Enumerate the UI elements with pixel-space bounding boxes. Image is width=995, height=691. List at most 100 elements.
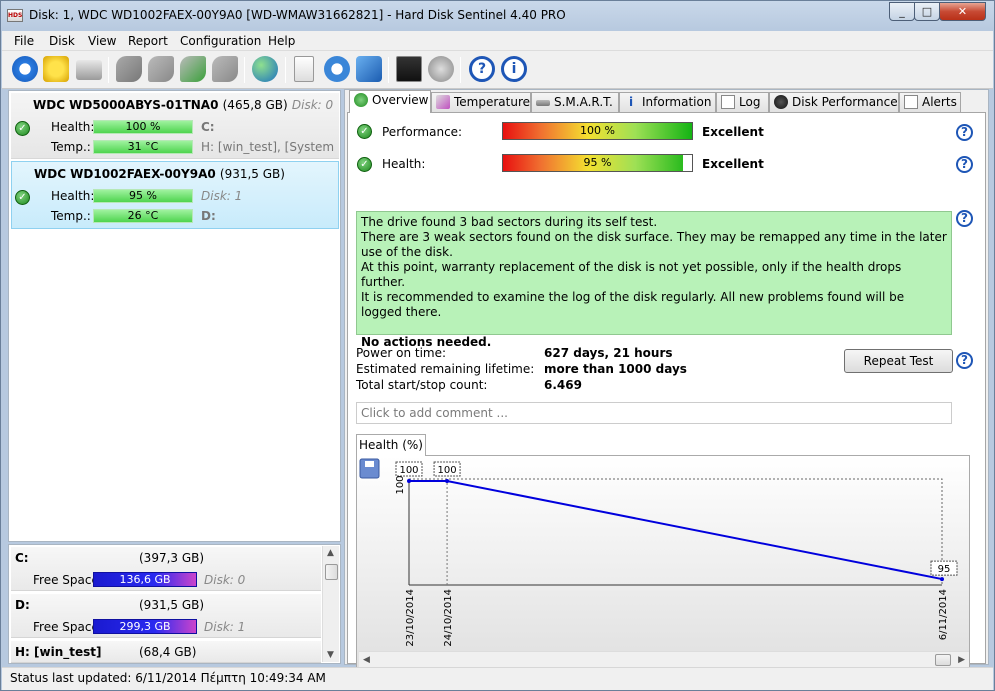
health-value: 95 % bbox=[583, 156, 612, 169]
details-panel: Overview Temperature S.M.A.R.T. i Inform… bbox=[344, 89, 989, 671]
info-icon: i bbox=[628, 95, 634, 109]
monitor-icon[interactable] bbox=[396, 56, 422, 82]
menu-help[interactable]: Help bbox=[268, 34, 295, 48]
menu-view[interactable]: View bbox=[88, 34, 116, 48]
network-icon[interactable] bbox=[356, 56, 382, 82]
ok-check-icon: ✓ bbox=[15, 190, 30, 205]
chart-scrollbar[interactable]: ◀ ▶ bbox=[359, 651, 969, 668]
disk-list: WDC WD5000ABYS-01TNA0 (465,8 GB) Disk: 0… bbox=[8, 90, 341, 542]
title-bar[interactable]: HDS Disk: 1, WDC WD1002FAEX-00Y9A0 [WD-W… bbox=[1, 1, 994, 31]
disk-number: Disk: 0 bbox=[291, 98, 334, 112]
check-icon bbox=[354, 93, 368, 107]
tab-temperature[interactable]: Temperature bbox=[431, 92, 531, 112]
performance-value: 100 % bbox=[580, 124, 615, 137]
performance-label: Performance: bbox=[382, 125, 463, 139]
scroll-right-icon[interactable]: ▶ bbox=[958, 655, 965, 665]
tab-label: Log bbox=[739, 95, 761, 109]
minimize-button[interactable]: _ bbox=[889, 2, 915, 21]
tab-label: Disk Performance bbox=[792, 95, 898, 109]
meter-empty bbox=[683, 155, 692, 171]
wrench-icon[interactable] bbox=[116, 56, 142, 82]
health-line bbox=[409, 480, 943, 581]
free-space-label: Free Space bbox=[33, 573, 99, 587]
power-on-label: Power on time: bbox=[356, 346, 447, 360]
comment-input[interactable]: Click to add comment ... bbox=[356, 402, 952, 424]
tab-disk-performance[interactable]: Disk Performance bbox=[769, 92, 899, 112]
performance-help-icon[interactable]: ? bbox=[956, 124, 973, 141]
gauge-icon bbox=[774, 95, 788, 109]
volume-item[interactable]: C: (397,3 GB) Free Space 136,6 GB Disk: … bbox=[11, 547, 321, 591]
warning-icon[interactable] bbox=[43, 56, 69, 82]
disk-item[interactable]: WDC WD5000ABYS-01TNA0 (465,8 GB) Disk: 0… bbox=[11, 93, 339, 159]
message-line: At this point, warranty replacement of t… bbox=[361, 260, 902, 289]
speaker-icon[interactable] bbox=[428, 56, 454, 82]
tab-log[interactable]: Log bbox=[716, 92, 769, 112]
tab-label: Information bbox=[642, 95, 712, 109]
message-line: It is recommended to examine the log of … bbox=[361, 290, 905, 319]
close-button[interactable]: ✕ bbox=[939, 2, 986, 21]
repeat-test-help-icon[interactable]: ? bbox=[956, 352, 973, 369]
menu-configuration[interactable]: Configuration bbox=[180, 34, 261, 48]
x-tick-label: 23/10/2014 bbox=[405, 589, 416, 647]
menu-file[interactable]: File bbox=[14, 34, 34, 48]
tab-information[interactable]: i Information bbox=[619, 92, 716, 112]
tab-label: Overview bbox=[372, 93, 429, 107]
sync-icon[interactable] bbox=[324, 56, 350, 82]
drive-letter: C: bbox=[201, 120, 215, 134]
app-window: HDS Disk: 1, WDC WD1002FAEX-00Y9A0 [WD-W… bbox=[0, 0, 995, 691]
health-help-icon[interactable]: ? bbox=[956, 156, 973, 173]
disk-item-selected[interactable]: WDC WD1002FAEX-00Y9A0 (931,5 GB) ✓ Healt… bbox=[11, 161, 339, 229]
tab-label: Alerts bbox=[922, 95, 957, 109]
volume-scrollbar[interactable]: ▲ ▼ bbox=[322, 546, 339, 662]
alerts-icon bbox=[904, 95, 918, 109]
wrench-add-icon[interactable] bbox=[148, 56, 174, 82]
temp-label: Temp.: bbox=[51, 140, 91, 154]
tab-health-chart[interactable]: Health (%) bbox=[356, 434, 426, 456]
volume-item[interactable]: H: [win_test] (68,4 GB) bbox=[11, 641, 321, 663]
power-on-value: 627 days, 21 hours bbox=[544, 346, 673, 360]
volume-item[interactable]: D: (931,5 GB) Free Space 299,3 GB Disk: … bbox=[11, 594, 321, 638]
help-icon[interactable]: ? bbox=[469, 56, 495, 82]
data-label: 100 bbox=[399, 465, 418, 476]
scroll-left-icon[interactable]: ◀ bbox=[363, 655, 370, 665]
tab-strip: Overview Temperature S.M.A.R.T. i Inform… bbox=[347, 90, 987, 113]
scroll-thumb[interactable] bbox=[325, 564, 338, 580]
drive-list: H: [win_test], [System Res bbox=[201, 140, 339, 154]
scroll-up-icon[interactable]: ▲ bbox=[327, 548, 334, 558]
menu-report[interactable]: Report bbox=[128, 34, 168, 48]
save-icon-label bbox=[365, 461, 374, 467]
globe-icon[interactable] bbox=[252, 56, 278, 82]
wrench-remove-icon[interactable] bbox=[212, 56, 238, 82]
disk-title: WDC WD1002FAEX-00Y9A0 (931,5 GB) bbox=[34, 167, 285, 181]
scroll-down-icon[interactable]: ▼ bbox=[327, 650, 334, 660]
tab-smart[interactable]: S.M.A.R.T. bbox=[531, 92, 619, 112]
menu-bar: File Disk View Report Configuration Help bbox=[2, 31, 993, 51]
overview-panel: ✓ Performance: 100 % Excellent ? ✓ Healt… bbox=[347, 112, 986, 671]
info-icon[interactable]: i bbox=[501, 56, 527, 82]
document-icon[interactable] bbox=[294, 56, 314, 82]
y-tick-label: 100 bbox=[395, 475, 406, 494]
health-chart: 100 23/10/2014 100 24/10/2014 95 6/11/2014 100… bbox=[356, 455, 970, 671]
menu-disk[interactable]: Disk bbox=[49, 34, 75, 48]
x-tick-label: 24/10/2014 bbox=[443, 589, 454, 647]
volume-name: D: bbox=[15, 598, 30, 612]
ok-check-icon: ✓ bbox=[357, 157, 372, 172]
wrench-check-icon[interactable] bbox=[180, 56, 206, 82]
refresh-icon[interactable] bbox=[12, 56, 38, 82]
free-space-bar: 299,3 GB bbox=[93, 619, 197, 634]
tab-overview[interactable]: Overview bbox=[349, 90, 431, 113]
temp-label: Temp.: bbox=[51, 209, 91, 223]
volume-name: C: bbox=[15, 551, 29, 565]
tab-alerts[interactable]: Alerts bbox=[899, 92, 961, 112]
repeat-test-button[interactable]: Repeat Test bbox=[844, 349, 953, 373]
toolbar-separator bbox=[285, 57, 286, 83]
maximize-button[interactable]: □ bbox=[914, 2, 940, 21]
app-icon[interactable]: HDS bbox=[7, 9, 23, 22]
free-space-bar: 136,6 GB bbox=[93, 572, 197, 587]
disk-icon[interactable] bbox=[76, 60, 102, 80]
ok-check-icon: ✓ bbox=[15, 121, 30, 136]
scroll-thumb[interactable] bbox=[935, 654, 951, 666]
volume-list: C: (397,3 GB) Free Space 136,6 GB Disk: … bbox=[8, 544, 341, 664]
message-help-icon[interactable]: ? bbox=[956, 210, 973, 227]
volume-disk: Disk: 0 bbox=[204, 573, 246, 587]
